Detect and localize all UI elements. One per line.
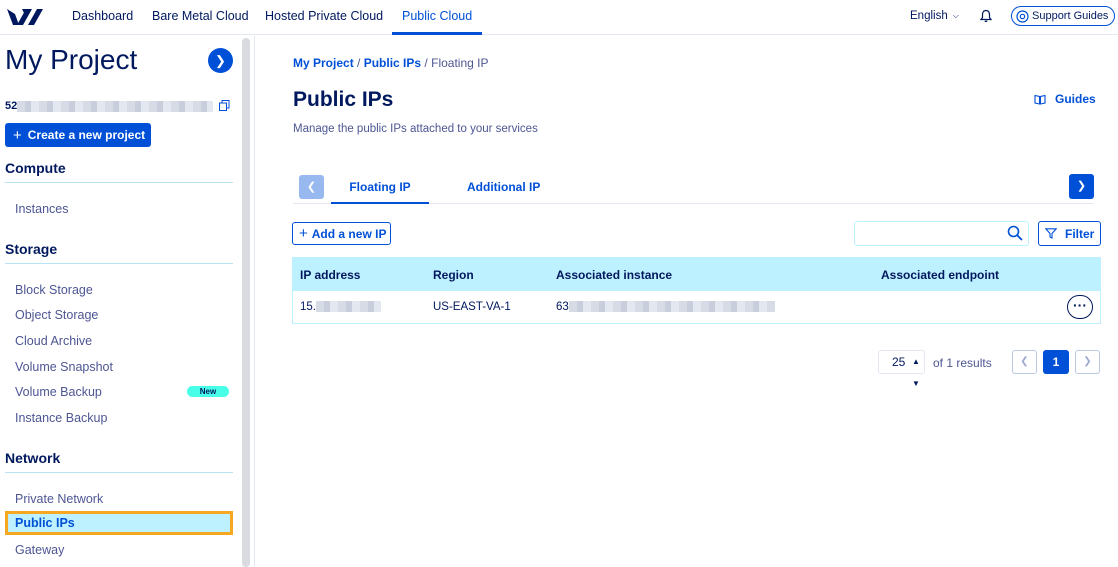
section-divider xyxy=(5,472,233,473)
sidebar-collapse-button[interactable]: ❯ xyxy=(208,48,233,73)
project-id: 52 xyxy=(5,100,214,112)
plus-icon: + xyxy=(13,126,22,144)
tab-floating-ip[interactable]: Floating IP xyxy=(331,180,429,204)
book-icon xyxy=(1034,94,1046,105)
language-label: English xyxy=(910,10,948,22)
ovh-logo-icon[interactable] xyxy=(6,6,44,28)
cell-region: US-EAST-VA-1 xyxy=(433,301,511,313)
filter-icon xyxy=(1045,228,1057,239)
sidebar-item-volume-snapshot[interactable]: Volume Snapshot xyxy=(15,360,113,374)
tab-scroll-right-button[interactable]: ❯ xyxy=(1069,174,1094,199)
column-associated-endpoint[interactable]: Associated endpoint xyxy=(881,268,999,282)
nav-hosted-private-cloud[interactable]: Hosted Private Cloud xyxy=(265,0,383,35)
breadcrumb-my-project[interactable]: My Project xyxy=(293,56,354,70)
row-actions-button[interactable]: ··· xyxy=(1067,295,1093,319)
cell-ip-address: 15. xyxy=(300,301,381,313)
page-size-select[interactable]: 25 ▲ ▼ xyxy=(878,350,925,388)
chevron-up-down-icon: ▲ ▼ xyxy=(912,357,920,388)
redacted-project-id xyxy=(17,100,214,112)
page-number-button[interactable]: 1 xyxy=(1043,350,1069,374)
sidebar-item-object-storage[interactable]: Object Storage xyxy=(15,308,98,322)
column-associated-instance[interactable]: Associated instance xyxy=(556,268,672,282)
chevron-left-icon: ❮ xyxy=(1020,356,1029,367)
nav-bare-metal-cloud[interactable]: Bare Metal Cloud xyxy=(152,0,249,35)
language-selector[interactable]: English ⌵ xyxy=(910,0,959,34)
instance-id-prefix: 63 xyxy=(556,301,569,313)
section-compute: Compute xyxy=(5,160,66,176)
search-icon[interactable] xyxy=(1007,225,1023,241)
create-project-label: Create a new project xyxy=(27,128,146,142)
tab-additional-ip[interactable]: Additional IP xyxy=(467,180,540,194)
previous-page-button[interactable]: ❮ xyxy=(1012,350,1037,374)
support-guides-label: Support Guides xyxy=(1032,10,1109,22)
guides-label: Guides xyxy=(1055,92,1096,106)
page-subtitle: Manage the public IPs attached to your s… xyxy=(293,123,538,135)
cell-associated-instance: 63 xyxy=(556,301,775,313)
column-ip-address[interactable]: IP address xyxy=(300,268,360,282)
sidebar-item-instance-backup[interactable]: Instance Backup xyxy=(15,411,107,425)
filter-button[interactable]: Filter xyxy=(1038,221,1101,246)
tab-scroll-left-button[interactable]: ❮ xyxy=(299,175,324,199)
breadcrumb-separator: / xyxy=(424,56,428,70)
copy-icon[interactable] xyxy=(219,100,230,111)
redacted-instance-id xyxy=(568,301,775,313)
breadcrumb: My Project / Public IPs / Floating IP xyxy=(293,56,488,70)
create-project-button[interactable]: + Create a new project xyxy=(5,123,151,147)
sidebar-item-gateway[interactable]: Gateway xyxy=(15,543,64,557)
sidebar-item-cloud-archive[interactable]: Cloud Archive xyxy=(15,334,92,348)
sidebar-scrollbar[interactable] xyxy=(242,38,250,567)
section-divider xyxy=(5,182,233,183)
sidebar: My Project ❯ 52 + Create a new project C… xyxy=(0,36,240,567)
next-page-button[interactable]: ❯ xyxy=(1075,350,1100,374)
chevron-right-icon: ❯ xyxy=(1083,356,1092,367)
project-id-prefix: 52 xyxy=(5,100,18,112)
breadcrumb-floating-ip: Floating IP xyxy=(431,56,489,70)
top-navigation: Dashboard Bare Metal Cloud Hosted Privat… xyxy=(0,0,1118,35)
search-input[interactable] xyxy=(854,221,1029,246)
sidebar-item-block-storage[interactable]: Block Storage xyxy=(15,283,93,297)
public-ips-table: IP address Region Associated instance As… xyxy=(292,257,1101,324)
redacted-ip xyxy=(316,301,381,313)
ip-address-prefix: 15. xyxy=(300,301,316,313)
sidebar-item-private-network[interactable]: Private Network xyxy=(15,492,103,506)
sidebar-item-volume-backup[interactable]: Volume Backup xyxy=(15,385,102,399)
table-header: IP address Region Associated instance As… xyxy=(293,258,1100,291)
sidebar-item-instances[interactable]: Instances xyxy=(15,202,69,216)
page-size-value: 25 xyxy=(892,355,906,369)
results-count: of 1 results xyxy=(933,356,992,370)
lifebuoy-icon xyxy=(1016,9,1029,23)
new-badge: New xyxy=(187,386,229,397)
more-horizontal-icon: ··· xyxy=(1073,297,1087,313)
tab-bar: ❮ Floating IP Additional IP ❯ xyxy=(293,168,1094,204)
add-new-ip-button[interactable]: + Add a new IP xyxy=(292,222,391,245)
section-storage: Storage xyxy=(5,241,58,257)
sidebar-item-public-ips[interactable]: Public IPs xyxy=(5,511,233,535)
project-title: My Project xyxy=(5,44,138,75)
breadcrumb-public-ips[interactable]: Public IPs xyxy=(364,56,421,70)
chevron-down-icon: ⌵ xyxy=(952,11,959,20)
section-divider xyxy=(5,263,233,264)
guides-link[interactable]: Guides xyxy=(1034,92,1096,106)
column-region[interactable]: Region xyxy=(433,268,474,282)
page-title: Public IPs xyxy=(293,88,394,111)
filter-label: Filter xyxy=(1065,226,1095,241)
nav-public-cloud[interactable]: Public Cloud xyxy=(392,0,483,35)
add-new-ip-label: Add a new IP xyxy=(311,226,387,241)
bell-icon[interactable] xyxy=(979,9,993,23)
nav-dashboard[interactable]: Dashboard xyxy=(72,0,133,35)
section-network: Network xyxy=(5,450,61,466)
plus-icon: + xyxy=(299,225,308,242)
support-guides-button[interactable]: Support Guides xyxy=(1011,6,1116,26)
breadcrumb-separator: / xyxy=(357,56,361,70)
sidebar-border xyxy=(254,36,255,567)
